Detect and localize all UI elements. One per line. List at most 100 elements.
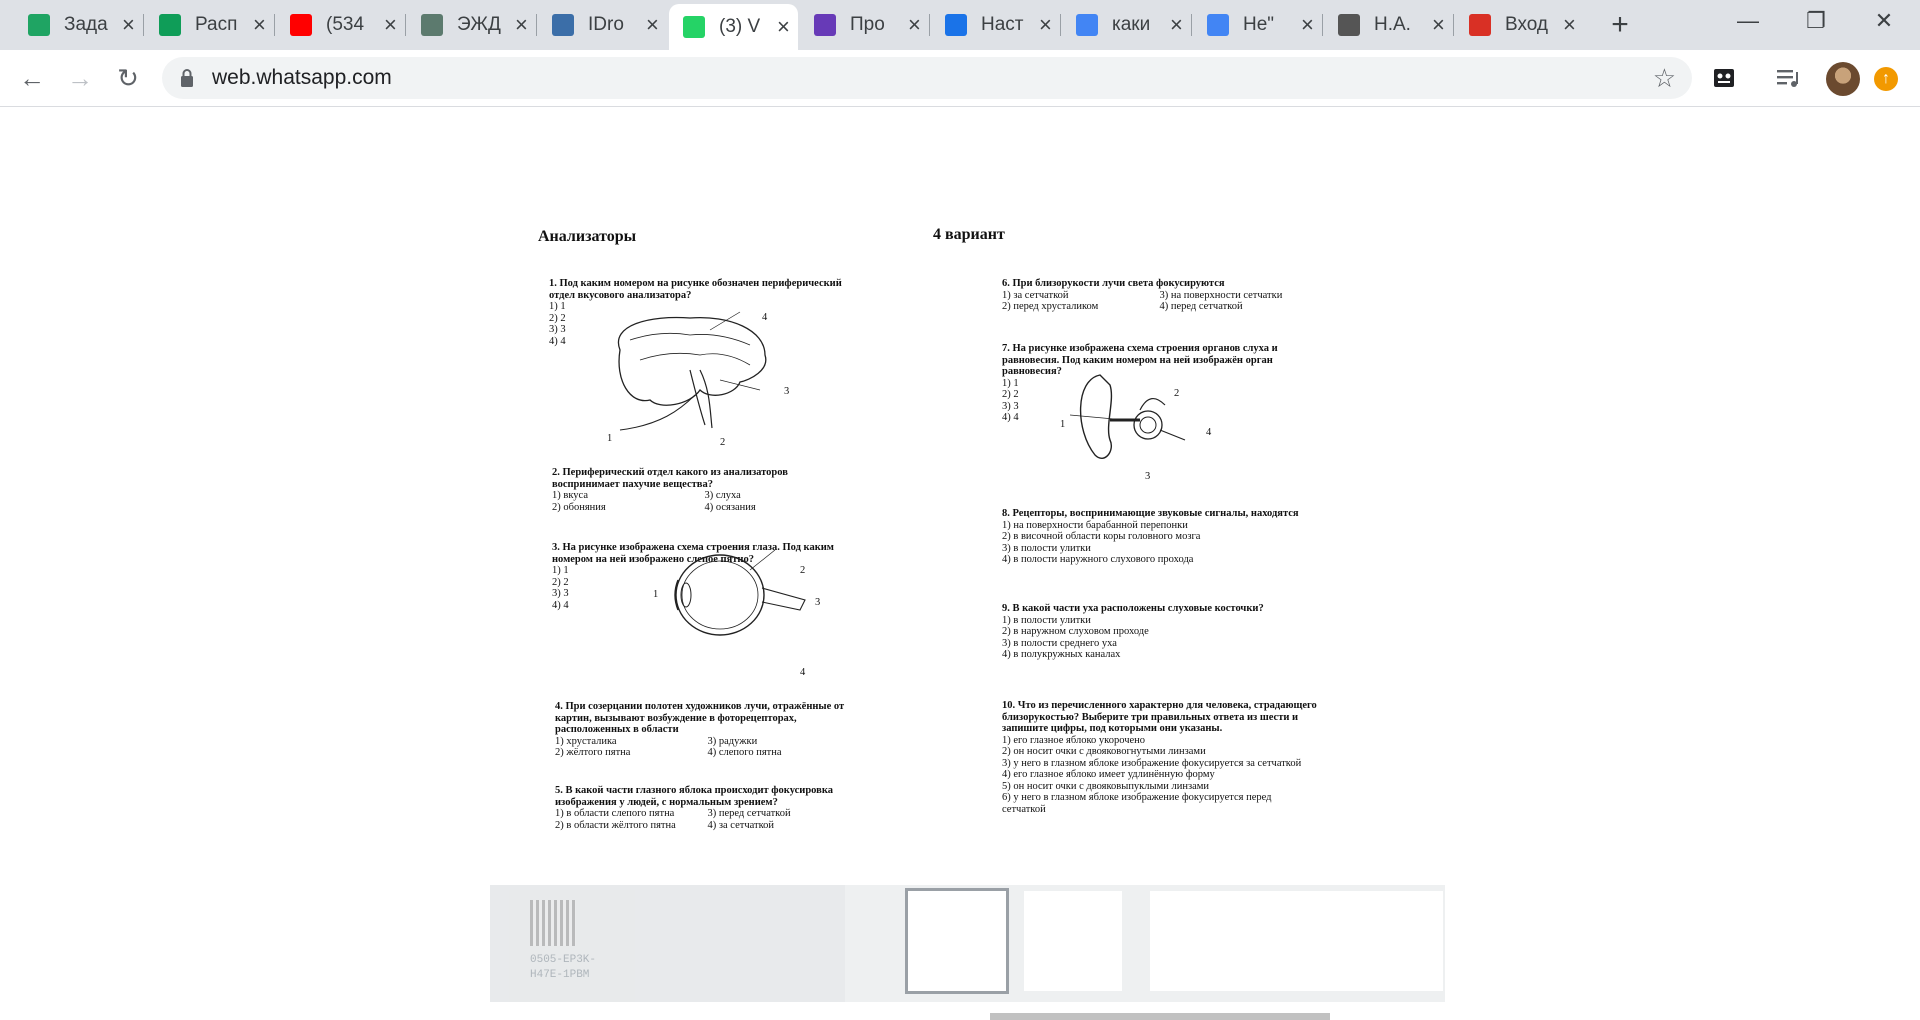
reload-icon[interactable]: ↻ [108,58,148,98]
google-drive-icon [28,14,50,36]
browser-tab[interactable]: каки × [1062,6,1191,44]
browser-tab[interactable]: Не" × [1193,6,1322,44]
tab-title: Н.А. [1374,14,1411,35]
answer-option: 6) у него в глазном яблоке изображение ф… [1002,792,1272,815]
question-text: Периферический отдел какого из анализато… [552,467,788,490]
question-number: 2. [552,467,560,478]
idroo-icon [552,14,574,36]
tab-close-icon[interactable]: × [908,14,921,36]
tab-close-icon[interactable]: × [122,14,135,36]
media-thumbnail-strip: 0505-EP3K-H47E-1PBM [490,885,1445,1002]
answer-option: 1) на поверхности барабанной перепонки [1002,519,1188,531]
profile-avatar[interactable] [1826,62,1860,96]
back-icon[interactable]: ← [12,58,52,98]
tab-close-icon[interactable]: × [1170,14,1183,36]
question-text: Что из перечисленного характерно для чел… [1002,700,1317,734]
thumbnail[interactable] [1345,891,1443,991]
answer-options: 1) в полости улитки 2) в наружном слухово… [1002,615,1317,661]
question-text: В какой части уха расположены слуховые к… [1012,603,1264,614]
answer-option: 3) радужки [707,735,758,747]
eye-label: 4 [800,667,806,678]
new-tab-button[interactable]: + [1603,8,1637,42]
answer-option: 1) в полости улитки [1002,614,1091,626]
update-arrow-icon[interactable]: ↑ [1874,67,1898,91]
question-number: 3. [552,542,560,553]
browser-tab[interactable]: Вход × [1455,6,1584,44]
question-text: В какой части глазного яблока происходит… [555,785,833,808]
browser-tab[interactable]: Расп × [145,6,274,44]
tab-title: Про [850,14,885,35]
qr-code-text: 0505-EP3K-H47E-1PBM [530,954,597,981]
browser-tab[interactable]: (3) V × [669,4,798,50]
tab-close-icon[interactable]: × [253,14,266,36]
address-bar[interactable]: web.whatsapp.com ☆ [162,57,1692,99]
browser-toolbar: ← → ↻ web.whatsapp.com ☆ ↑ [0,50,1920,107]
browser-tab[interactable]: Про × [800,6,929,44]
brain-label: 1 [607,433,613,444]
tab-close-icon[interactable]: × [646,14,659,36]
thumbnail-scrollbar[interactable] [990,1013,1330,1020]
tab-title: ЭЖД [457,14,501,35]
browser-tab[interactable]: ЭЖД × [407,6,536,44]
browser-tab[interactable]: IDro × [538,6,667,44]
forward-icon[interactable]: → [60,58,100,98]
answer-option: 2) в области жёлтого пятна [555,819,676,831]
tab-separator [1191,14,1192,36]
qr-code [530,900,576,946]
thumbnail[interactable] [1024,891,1122,991]
answer-option: 2) он носит очки с двояковогнутыми линза… [1002,746,1206,757]
answer-options: 1) хрусталика 3) радужки 2) жёлтого пятна 4… [555,736,860,759]
ear-label: 1 [1060,419,1066,430]
question-text: При близорукости лучи света фокусируются [1012,278,1225,289]
answer-options: 1) в области слепого пятна 3) перед сетча… [555,808,860,831]
gmail-icon [1469,14,1491,36]
tab-separator [1322,14,1323,36]
ear-diagram [1070,374,1186,459]
worksheet-variant: 4 вариант [933,226,1005,243]
answer-options: 1) вкуса 3) слуха 2) обоняния 4) осязания [552,490,857,513]
tab-title: IDro [588,14,624,35]
question-number: 1. [549,278,557,289]
tab-close-icon[interactable]: × [515,14,528,36]
tab-separator [1453,14,1454,36]
answer-option: 3) у него в глазном яблоке изображение ф… [1002,757,1302,769]
tab-close-icon[interactable]: × [1301,14,1314,36]
question-number: 10. [1002,700,1016,711]
worksheet-title: Анализаторы [538,228,637,245]
tab-close-icon[interactable]: × [1563,14,1576,36]
thumbnail-selected[interactable] [905,888,1009,994]
tab-close-icon[interactable]: × [1039,14,1052,36]
google-forms-icon [814,14,836,36]
image-icon [1338,14,1360,36]
eye-label: 2 [800,565,806,576]
question-block: 4. При созерцании полотен художников луч… [555,701,860,759]
question-text: Под каким номером на рисунке обозначен п… [549,278,842,301]
answer-option: 4) слепого пятна [707,747,782,758]
worksheet-image: Анализаторы 4 вариант 1. Под каким номер… [490,195,1420,855]
tab-close-icon[interactable]: × [384,14,397,36]
answer-option: 2) в височной области коры головного моз… [1002,531,1201,542]
browser-tab[interactable]: (534 × [276,6,405,44]
media-playlist-icon[interactable] [1774,64,1802,92]
browser-tab[interactable]: Наст × [931,6,1060,44]
google-sheets-icon [159,14,181,36]
bookmark-star-icon[interactable]: ☆ [1653,57,1676,99]
minimize-button[interactable]: — [1714,0,1782,42]
tab-close-icon[interactable]: × [777,16,790,38]
brain-diagram [617,311,767,431]
tab-title: Вход [1505,14,1548,35]
question-number: 7. [1002,343,1010,354]
answer-options: 1) за сетчаткой 3) на поверхности сетчатк… [1002,290,1317,313]
browser-tab[interactable]: Н.А. × [1324,6,1453,44]
tab-close-icon[interactable]: × [1432,14,1445,36]
restore-button[interactable]: ❐ [1782,0,1850,42]
answer-option: 4) его глазное яблоко имеет удлинённую ф… [1002,769,1215,780]
eye-label: 3 [815,597,821,608]
close-window-button[interactable]: ✕ [1850,0,1918,42]
blurred-thumbnail[interactable]: 0505-EP3K-H47E-1PBM [490,885,845,1002]
ear-label: 2 [1174,388,1180,399]
browser-tab[interactable]: Зада × [14,6,143,44]
extension-icon[interactable] [1710,64,1738,92]
question-block: 9. В какой части уха расположены слуховы… [1002,603,1317,661]
eye-label: 1 [653,589,659,600]
